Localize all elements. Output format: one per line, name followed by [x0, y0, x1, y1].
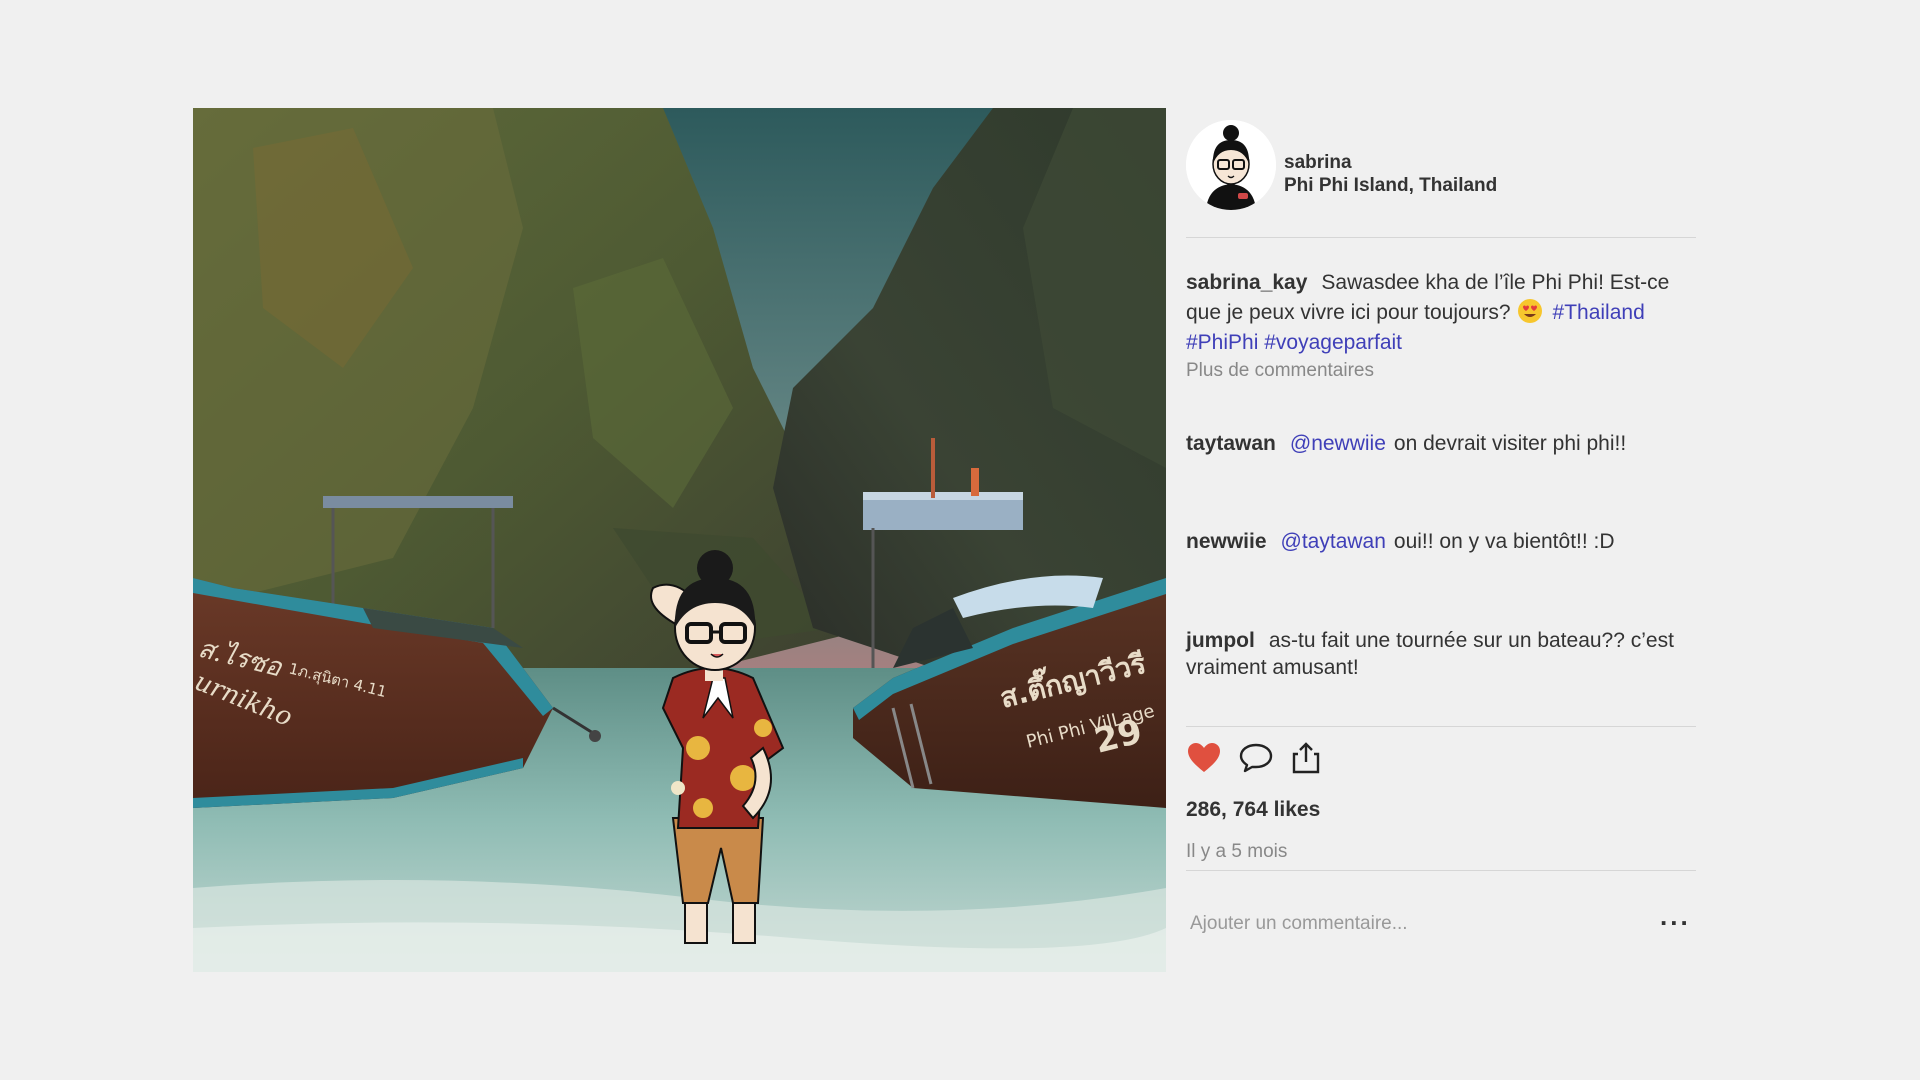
caption-username[interactable]: sabrina_kay [1186, 271, 1307, 294]
hashtag-thailand[interactable]: #Thailand [1553, 301, 1645, 324]
hashtag-phiphi[interactable]: #PhiPhi [1186, 331, 1258, 354]
comment-button[interactable] [1238, 740, 1278, 780]
hashtag-voyageparfait[interactable]: #voyageparfait [1264, 331, 1402, 354]
heart-eyes-emoji-icon [1517, 299, 1542, 323]
more-options-button[interactable]: ... [1660, 903, 1691, 929]
share-button[interactable] [1288, 740, 1328, 780]
post-header: sabrina Phi Phi Island, Thailand [1186, 120, 1696, 216]
comments-divider [1186, 726, 1696, 727]
more-comments-link[interactable]: Plus de commentaires [1186, 360, 1374, 382]
like-button[interactable] [1186, 740, 1226, 780]
comment-username[interactable]: newwiie [1186, 530, 1267, 553]
comment-mention[interactable]: @taytawan [1281, 530, 1386, 553]
post-viewer: ส.ไรซอ urnikho 1ภ.สุนิตา 4.11 ส.ตึ๊กญาวี… [0, 0, 1920, 1080]
post-timestamp: Il y a 5 mois [1186, 841, 1288, 862]
likes-count[interactable]: 286, 764 likes [1186, 798, 1320, 822]
comment-text: as-tu fait une tournée sur un bateau?? c… [1186, 629, 1674, 679]
footer-divider [1186, 870, 1696, 871]
post-details-panel: sabrina Phi Phi Island, Thailand sabrina… [1186, 108, 1696, 972]
comment-item: newwiie @taytawan oui!! on y va bientôt!! … [1186, 528, 1698, 555]
post-location[interactable]: Phi Phi Island, Thailand [1284, 175, 1497, 197]
post-photo[interactable]: ส.ไรซอ urnikho 1ภ.สุนิตา 4.11 ส.ตึ๊กญาวี… [193, 108, 1166, 972]
comment-bubble-icon [1239, 743, 1273, 773]
comment-mention[interactable]: @newwiie [1290, 432, 1386, 455]
photo-scene: ส.ไรซอ urnikho 1ภ.สุนิตา 4.11 ส.ตึ๊กญาวี… [193, 108, 1166, 972]
comment-text: oui!! on y va bientôt!! :D [1393, 530, 1615, 553]
avatar-illustration [1186, 120, 1276, 210]
comment-item: jumpol as-tu fait une tournée sur un bate… [1186, 627, 1698, 681]
action-bar [1186, 740, 1386, 780]
avatar[interactable] [1186, 120, 1276, 210]
add-comment-input[interactable] [1188, 908, 1632, 940]
share-icon [1292, 742, 1320, 774]
comment-text: on devrait visiter phi phi!! [1393, 432, 1627, 455]
comment-item: taytawan @newwiie on devrait visiter phi p… [1186, 430, 1698, 457]
heart-icon [1188, 743, 1220, 772]
comment-username[interactable]: jumpol [1186, 629, 1255, 652]
author-username[interactable]: sabrina [1284, 152, 1352, 174]
comment-username[interactable]: taytawan [1186, 432, 1276, 455]
post-caption: sabrina_kay Sawasdee kha de l’île Phi Phi… [1186, 268, 1698, 358]
header-divider [1186, 237, 1696, 238]
